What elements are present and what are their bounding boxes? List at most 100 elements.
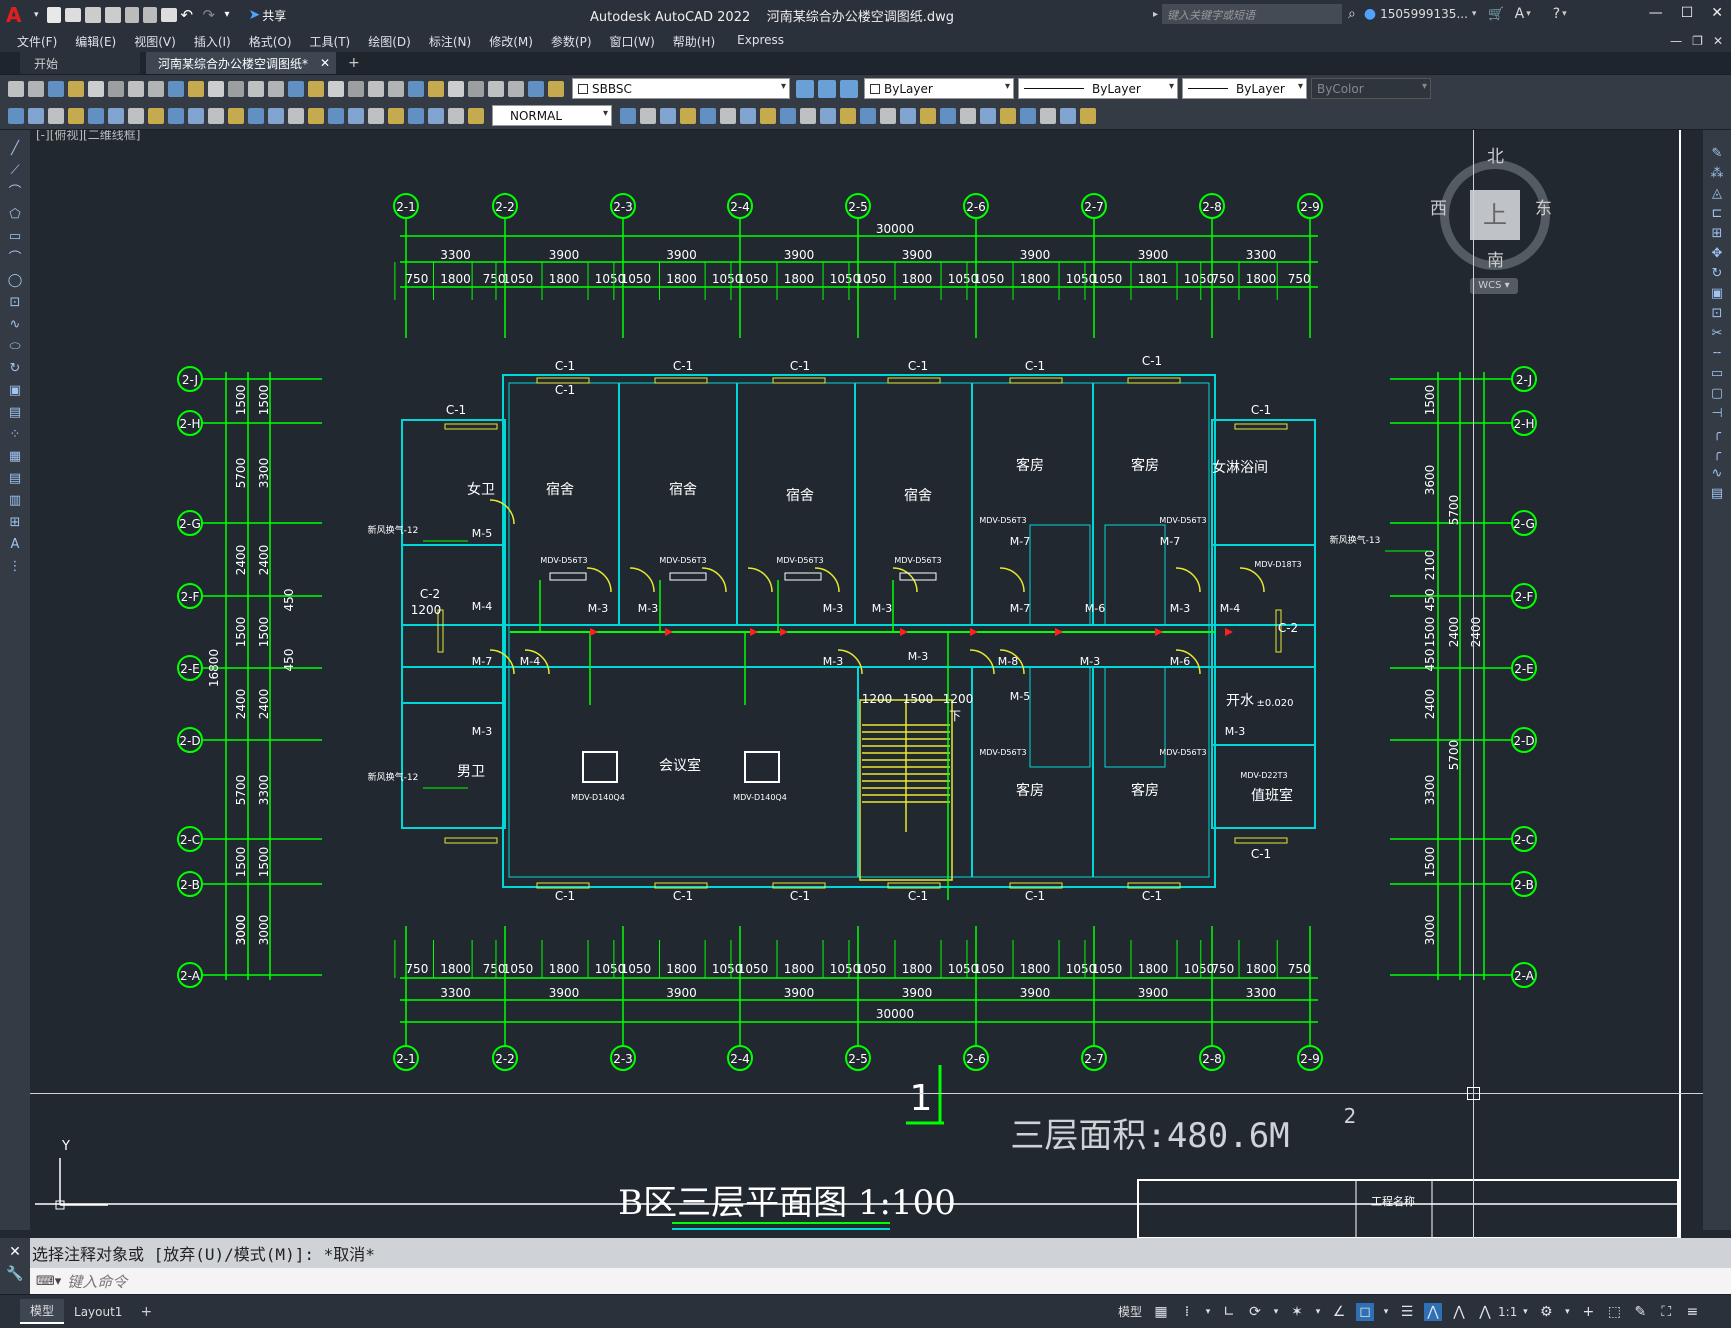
draw-tool-icon-11[interactable]: ▣ (6, 382, 24, 400)
menu-item-12[interactable]: Express (728, 33, 793, 50)
minimize-icon[interactable]: — (1649, 5, 1663, 21)
viewcube-top-face[interactable]: 上 (1470, 190, 1520, 240)
compass-east[interactable]: 东 (1535, 194, 1552, 219)
app-menu-dropdown-icon[interactable]: ▾ (34, 10, 39, 20)
draw-tool-icon-14[interactable]: ▦ (6, 448, 24, 466)
draw-tool-icon-10[interactable]: ↻ (6, 360, 24, 378)
doc-minimize-icon[interactable]: — (1670, 34, 1682, 48)
draw-tool-icon-3[interactable]: ⬠ (6, 206, 24, 224)
user-dropdown-icon[interactable]: ▾ (1472, 9, 1477, 19)
color-combo[interactable]: ByLayer ▾ (864, 78, 1014, 99)
modify-tool-icon-16[interactable] (940, 107, 956, 124)
dim-tool-icon-20[interactable] (408, 107, 424, 124)
draw-tool-icon-9[interactable]: ⬭ (6, 338, 24, 356)
standard-tool-icon-2[interactable] (48, 80, 64, 97)
modify-tool-icon-0[interactable]: ✎ (1709, 146, 1725, 162)
object-snap-icon[interactable]: ◻ (1356, 1302, 1375, 1321)
search-icon[interactable]: ⌕ (1348, 6, 1356, 22)
modify-tool-icon-4[interactable] (700, 107, 716, 124)
dim-tool-icon-9[interactable] (188, 107, 204, 124)
dim-tool-icon-11[interactable] (228, 107, 244, 124)
save-icon[interactable] (84, 7, 101, 23)
modify-tool-icon-10[interactable] (820, 107, 836, 124)
modify-tool-icon-16[interactable]: ∿ (1709, 466, 1725, 482)
quick-properties-icon[interactable]: ✎ (1631, 1303, 1649, 1321)
plot-icon[interactable] (160, 8, 177, 22)
dim-tool-icon-6[interactable] (128, 107, 144, 124)
draw-tool-icon-18[interactable]: A (6, 536, 24, 554)
command-input[interactable]: ⌨▾ 键入命令 (30, 1268, 1731, 1294)
snap-dropdown-icon[interactable]: ▾ (1204, 1303, 1212, 1321)
isodraft-icon[interactable]: ✶ (1288, 1303, 1306, 1321)
modify-tool-icon-23[interactable] (1080, 107, 1096, 124)
draw-tool-icon-0[interactable]: ╱ (6, 140, 24, 158)
modify-tool-icon-9[interactable]: ✂ (1709, 326, 1725, 342)
modify-tool-icon-14[interactable]: ╭ (1709, 426, 1725, 442)
menu-item-11[interactable]: 帮助(H) (664, 33, 724, 50)
draw-tool-icon-4[interactable]: ▭ (6, 228, 24, 246)
modify-tool-icon-0[interactable] (620, 107, 636, 124)
linetype-combo[interactable]: ByLayer ▾ (1018, 78, 1178, 99)
dim-tool-icon-17[interactable] (348, 107, 364, 124)
dim-tool-icon-18[interactable] (368, 107, 384, 124)
standard-tool-icon-20[interactable] (408, 80, 424, 97)
standard-tool-icon-16[interactable] (328, 80, 344, 97)
units-icon[interactable]: ⬚ (1605, 1303, 1623, 1321)
layer-match-icon[interactable] (796, 79, 814, 98)
tab-close-icon[interactable]: ✕ (320, 56, 330, 70)
new-icon[interactable] (46, 7, 61, 23)
draw-tool-icon-1[interactable]: ⟋ (6, 162, 24, 180)
standard-tool-icon-21[interactable] (428, 80, 444, 97)
menu-item-0[interactable]: 文件(F) (8, 33, 66, 50)
modify-tool-icon-11[interactable]: ▭ (1709, 366, 1725, 382)
compass-west[interactable]: 西 (1430, 194, 1447, 219)
dim-tool-icon-21[interactable] (428, 107, 444, 124)
command-settings-icon[interactable]: 🔧 (0, 1266, 30, 1282)
modify-tool-icon-1[interactable]: ⁂ (1709, 166, 1725, 182)
standard-tool-icon-8[interactable] (168, 80, 184, 97)
share-button[interactable]: ➤ 共享 (249, 7, 287, 24)
dim-tool-icon-5[interactable] (108, 107, 124, 124)
draw-tool-icon-5[interactable]: ⌒ (6, 250, 24, 268)
close-icon[interactable]: ✕ (1711, 5, 1723, 21)
lineweight-toggle-icon[interactable]: ☰ (1398, 1303, 1416, 1321)
dim-tool-icon-10[interactable] (208, 107, 224, 124)
standard-tool-icon-27[interactable] (548, 80, 564, 97)
drawing-canvas[interactable]: [-][俯视][二维线框] 2-1 2-1 2-2 2-2 2-3 2-3 2-4 2-4 2-… (30, 130, 1703, 1238)
standard-tool-icon-23[interactable] (468, 80, 484, 97)
user-icon[interactable]: ● (1364, 6, 1376, 22)
grid-icon[interactable]: ▦ (1152, 1303, 1170, 1321)
modify-tool-icon-7[interactable] (760, 107, 776, 124)
search-input[interactable]: 键入关键字或短语 (1162, 4, 1343, 24)
modify-tool-icon-10[interactable]: ╌ (1709, 346, 1725, 362)
polar-icon[interactable]: ⟳ (1246, 1303, 1264, 1321)
dim-tool-icon-16[interactable] (328, 107, 344, 124)
standard-tool-icon-11[interactable] (228, 80, 244, 97)
standard-tool-icon-6[interactable] (128, 80, 144, 97)
menu-item-1[interactable]: 编辑(E) (66, 33, 125, 50)
dim-tool-icon-8[interactable] (168, 107, 184, 124)
annotation-scale-icon[interactable]: ⋀ (1476, 1303, 1494, 1321)
dim-tool-icon-14[interactable] (288, 107, 304, 124)
standard-tool-icon-3[interactable] (68, 80, 84, 97)
modify-tool-icon-15[interactable] (920, 107, 936, 124)
modify-tool-icon-4[interactable]: ⊞ (1709, 226, 1725, 242)
standard-tool-icon-24[interactable] (488, 80, 504, 97)
modify-tool-icon-11[interactable] (840, 107, 856, 124)
standard-tool-icon-18[interactable] (368, 80, 384, 97)
customize-icon[interactable]: ≡ (1683, 1303, 1701, 1321)
app-dropdown-icon[interactable]: ▾ (1526, 9, 1531, 19)
dim-tool-icon-4[interactable] (88, 107, 104, 124)
standard-tool-icon-9[interactable] (188, 80, 204, 97)
annotation-scale-dropdown-icon[interactable]: ▾ (1521, 1303, 1529, 1321)
modify-tool-icon-17[interactable] (960, 107, 976, 124)
dim-tool-icon-12[interactable] (248, 107, 264, 124)
modify-tool-icon-22[interactable] (1060, 107, 1076, 124)
modify-tool-icon-17[interactable]: ▤ (1709, 486, 1725, 502)
menu-item-2[interactable]: 视图(V) (125, 33, 185, 50)
annotation-monitor-icon[interactable]: + (1579, 1303, 1597, 1321)
dim-tool-icon-0[interactable] (8, 107, 24, 124)
standard-tool-icon-17[interactable] (348, 80, 364, 97)
menu-item-3[interactable]: 插入(I) (185, 33, 240, 50)
draw-tool-icon-17[interactable]: ⊞ (6, 514, 24, 532)
